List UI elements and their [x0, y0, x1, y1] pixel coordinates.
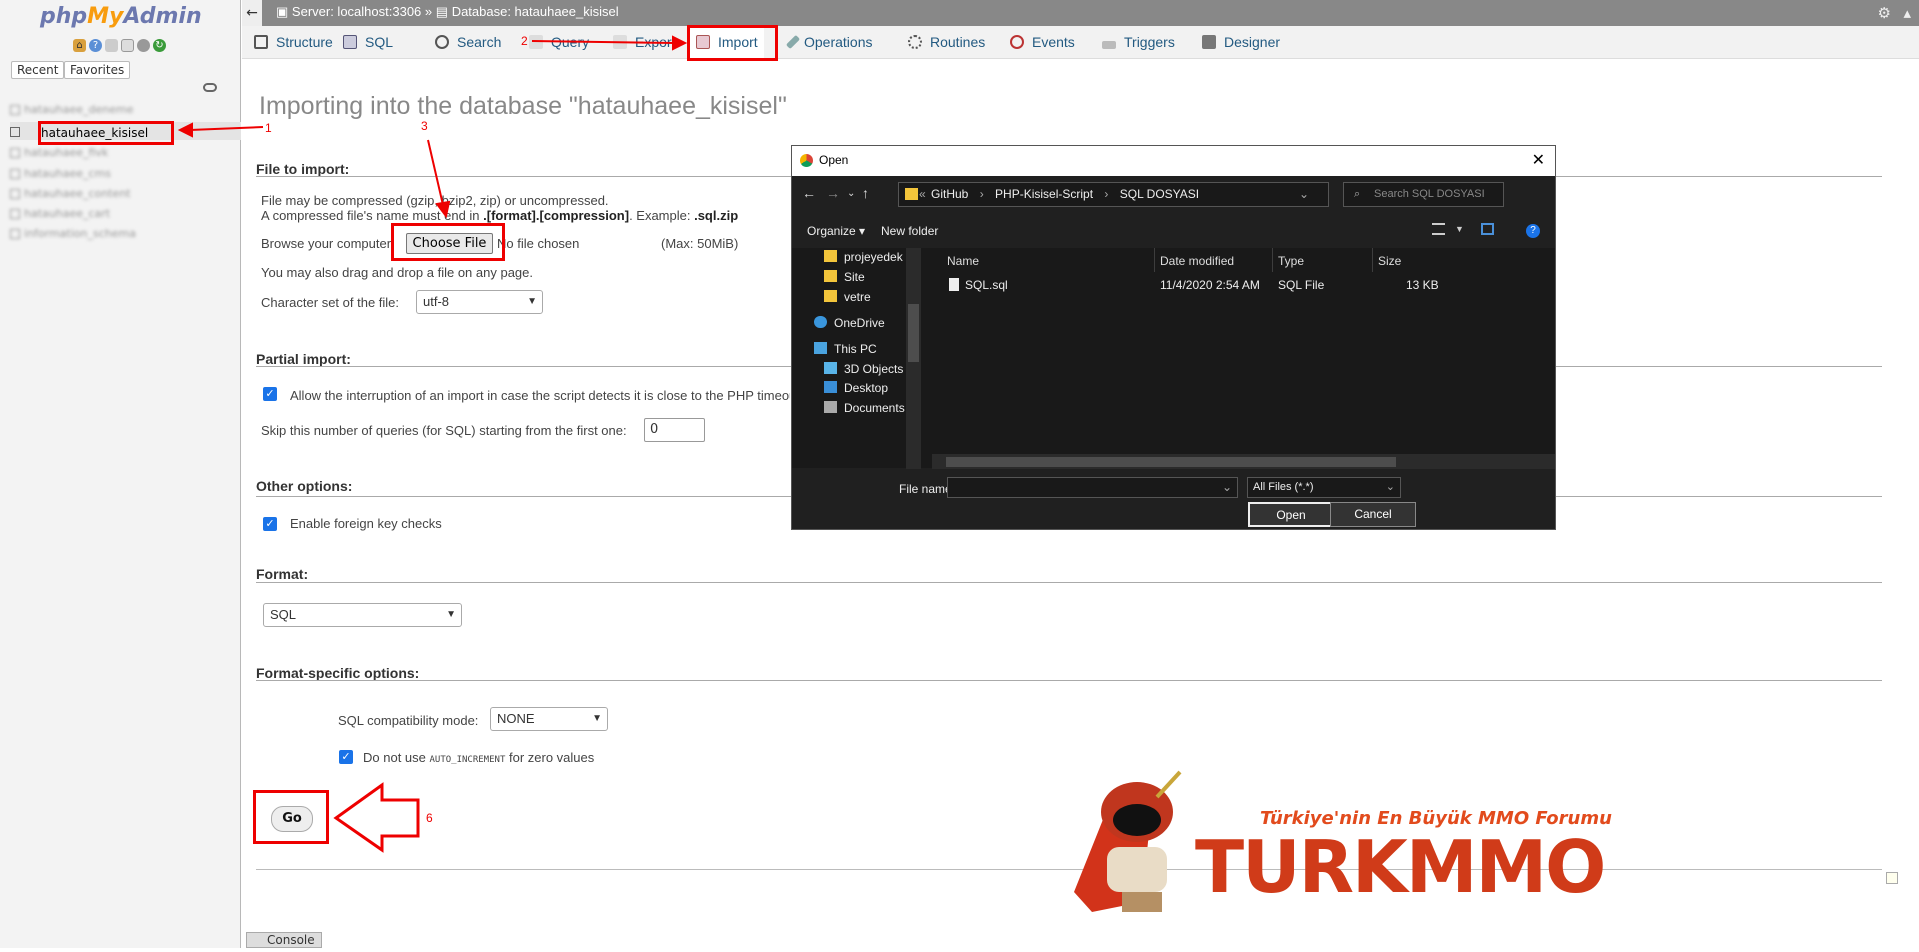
chevron-down-icon[interactable]: ⌄ [1222, 480, 1232, 494]
address-bar[interactable]: « GitHub › PHP-Kisisel-Script › SQL DOSY… [898, 182, 1421, 207]
file-list: Name Date modified Type Size SQL.sql 11/… [932, 248, 1555, 470]
dialog-search-input[interactable]: ⌕ Search SQL DOSYASI [1343, 182, 1504, 207]
column-type[interactable]: Type [1278, 254, 1304, 268]
file-size: 13 KB [1406, 278, 1439, 292]
tree-item[interactable]: projeyedek [824, 250, 903, 264]
file-type-select[interactable]: All Files (*.*) ⌄ [1247, 477, 1401, 498]
view-options: ▼ [1432, 223, 1494, 235]
tree-item-onedrive[interactable]: OneDrive [814, 316, 885, 330]
back-arrow-icon[interactable]: ← [802, 185, 816, 201]
column-date-modified[interactable]: Date modified [1160, 254, 1234, 268]
tree-scrollbar[interactable] [906, 248, 921, 472]
file-list-scrollbar[interactable] [932, 454, 1555, 470]
chevron-down-icon[interactable]: ▼ [1455, 223, 1464, 235]
tree-item[interactable]: vetre [824, 290, 871, 304]
cancel-button[interactable]: Cancel [1330, 502, 1416, 527]
chrome-icon [800, 154, 813, 167]
folder-tree: projeyedek Site vetre OneDrive This PC 3… [792, 248, 932, 472]
path-segment[interactable]: GitHub [931, 187, 968, 201]
dialog-toolbar: Organize ▾ New folder ▼ ? [792, 214, 1555, 248]
dialog-bottom: File name: ⌄ All Files (*.*) ⌄ Open Cance… [792, 469, 1555, 529]
dialog-title: Open [819, 153, 849, 167]
tree-item[interactable]: 3D Objects [824, 362, 903, 376]
search-icon: ⌕ [1354, 188, 1361, 200]
tree-item[interactable]: Desktop [824, 381, 888, 395]
open-file-dialog: Open ✕ ← → ⌄ ↑ « GitHub › PHP-Kisisel-Sc… [791, 145, 1556, 530]
recent-locations-icon[interactable]: ⌄ [847, 188, 855, 199]
new-folder-button[interactable]: New folder [881, 224, 938, 238]
chevron-down-icon[interactable]: ⌄ [1299, 183, 1309, 206]
dialog-nav-bar: ← → ⌄ ↑ « GitHub › PHP-Kisisel-Script › … [792, 176, 1555, 214]
folder-icon [905, 188, 918, 200]
help-icon[interactable]: ? [1526, 224, 1540, 238]
column-size[interactable]: Size [1378, 254, 1401, 268]
preview-pane-icon[interactable] [1481, 223, 1494, 235]
dialog-titlebar[interactable]: Open ✕ [792, 146, 1555, 176]
chevron-down-icon: ⌄ [1385, 481, 1395, 493]
tree-item[interactable]: Documents [824, 401, 905, 415]
path-segment[interactable]: SQL DOSYASI [1120, 187, 1199, 201]
up-arrow-icon[interactable]: ↑ [862, 185, 869, 201]
organize-button[interactable]: Organize ▾ [807, 224, 865, 238]
forward-arrow-icon[interactable]: → [826, 185, 840, 201]
column-name[interactable]: Name [947, 254, 979, 268]
file-icon [949, 278, 959, 291]
close-icon[interactable]: ✕ [1532, 150, 1545, 170]
view-list-icon[interactable] [1432, 223, 1445, 235]
file-type: SQL File [1278, 278, 1325, 292]
watermark-brand: TURKMMO [1195, 825, 1606, 909]
file-date: 11/4/2020 2:54 AM [1160, 278, 1260, 292]
file-name-input[interactable]: ⌄ [947, 477, 1238, 498]
tree-item-this-pc[interactable]: This PC [814, 342, 877, 356]
path-segment[interactable]: PHP-Kisisel-Script [995, 187, 1093, 201]
file-row-sql[interactable]: SQL.sql [949, 278, 1008, 292]
tree-item[interactable]: Site [824, 270, 865, 284]
open-button[interactable]: Open [1248, 502, 1334, 527]
